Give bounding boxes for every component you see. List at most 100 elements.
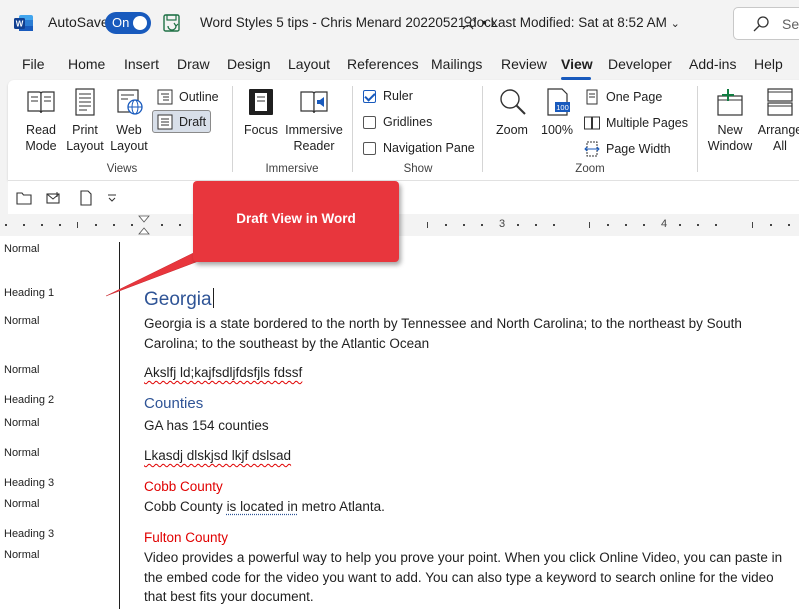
multiple-pages-icon — [584, 116, 600, 130]
tab-layout[interactable]: Layout — [288, 56, 330, 72]
outline-button[interactable]: Outline — [157, 89, 219, 105]
autosave-toggle[interactable]: On — [105, 12, 151, 34]
document-title[interactable]: Word Styles 5 tips - Chris Menard 202205… — [200, 15, 498, 30]
immersive-reader-icon — [300, 91, 328, 114]
tab-home[interactable]: Home — [68, 56, 105, 72]
new-document-icon[interactable] — [78, 190, 94, 206]
page-100-icon: 100 — [547, 88, 570, 116]
ruler-ticks — [5, 215, 790, 235]
navigation-pane-check-box[interactable] — [363, 141, 376, 155]
draft-label: Draft — [179, 115, 207, 129]
grammar-flagged-text[interactable]: is located in — [227, 499, 298, 514]
one-page-icon — [586, 89, 598, 105]
text-cursor — [212, 288, 214, 308]
tab-references[interactable]: References — [347, 56, 419, 72]
tab-design[interactable]: Design — [227, 56, 271, 72]
style-area-label: Heading 3 — [4, 528, 55, 540]
word-app-icon[interactable]: W — [14, 14, 34, 32]
style-area-label: Normal — [4, 364, 40, 376]
multiple-pages-button[interactable]: Multiple Pages — [584, 115, 688, 131]
ruler-label: Ruler — [383, 89, 413, 103]
body-paragraph[interactable]: Video provides a powerful way to help yo… — [144, 548, 784, 607]
page-width-button[interactable]: Page Width — [584, 141, 671, 157]
immersive-reader-button[interactable]: Immersive Reader — [285, 88, 343, 154]
one-page-button[interactable]: One Page — [584, 89, 662, 105]
tab-view[interactable]: View — [561, 56, 593, 72]
page-width-label: Page Width — [606, 142, 671, 156]
last-modified-dropdown[interactable]: • Last Modified: Sat at 8:52 AM ⌄ — [482, 15, 680, 30]
group-separator — [352, 86, 353, 172]
heading-1-paragraph[interactable]: Georgia — [144, 288, 784, 310]
tab-draw[interactable]: Draw — [177, 56, 210, 72]
body-paragraph[interactable]: Cobb County is located in metro Atlanta. — [144, 497, 784, 517]
search-input[interactable]: Sea — [733, 7, 799, 40]
gridlines-checkbox[interactable]: Gridlines — [363, 115, 432, 129]
customize-toolbar-icon[interactable] — [104, 190, 120, 206]
tab-help[interactable]: Help — [754, 56, 783, 72]
callout-text: Draft View in Word — [236, 211, 356, 226]
zoom-100-label: 100% — [541, 123, 573, 137]
new-window-button[interactable]: New Window — [704, 88, 756, 154]
autosave-label: AutoSave — [48, 14, 109, 30]
outline-icon — [157, 89, 173, 105]
svg-text:W: W — [16, 20, 24, 29]
misspelled-text[interactable]: Lkasdj dlskjsd lkjf dslsad — [144, 448, 291, 463]
tab-insert[interactable]: Insert — [124, 56, 159, 72]
tab-mailings[interactable]: Mailings — [431, 56, 482, 72]
group-separator — [232, 86, 233, 172]
ruler-number: 3 — [499, 218, 506, 230]
gridlines-check-box[interactable] — [363, 115, 376, 129]
immersive-group-label: Immersive — [265, 163, 319, 175]
autosave-state: On — [112, 15, 130, 30]
ruler-number: 4 — [661, 218, 668, 230]
misspelled-text[interactable]: Akslfj ld;kajfsdljfdsfjls fdssf — [144, 365, 302, 380]
text-run: metro Atlanta. — [297, 499, 385, 514]
body-paragraph[interactable]: Lkasdj dlskjsd lkjf dslsad — [144, 446, 784, 466]
draft-button[interactable]: Draft — [157, 114, 206, 130]
zoom-100-button[interactable]: 100 100% — [538, 88, 576, 138]
group-separator — [697, 86, 698, 172]
ruler-check-box[interactable] — [363, 89, 376, 103]
body-paragraph[interactable]: Akslfj ld;kajfsdljfdsfjls fdssf — [144, 363, 784, 383]
style-area-label: Heading 1 — [4, 287, 55, 299]
save-icon[interactable] — [162, 12, 182, 34]
outline-label: Outline — [179, 90, 219, 104]
navigation-pane-checkbox[interactable]: Navigation Pane — [363, 141, 475, 155]
tab-developer[interactable]: Developer — [608, 56, 672, 72]
web-layout-button[interactable]: Web Layout — [110, 88, 148, 154]
zoom-label: Zoom — [496, 123, 528, 137]
multiple-pages-label: Multiple Pages — [606, 116, 688, 130]
horizontal-ruler[interactable]: 1 2 3 4 — [0, 214, 799, 236]
focus-label: Focus — [243, 123, 279, 137]
style-area-label: Normal — [4, 447, 40, 459]
print-layout-button[interactable]: Print Layout — [66, 88, 104, 154]
chevron-down-icon: ⌄ — [670, 18, 680, 30]
callout-box: Draft View in Word — [193, 181, 399, 262]
heading-2-paragraph[interactable]: Counties — [144, 394, 784, 414]
body-paragraph[interactable]: GA has 154 counties — [144, 416, 784, 436]
read-mode-label: Read Mode — [25, 123, 57, 153]
heading-1-text: Georgia — [144, 289, 212, 310]
folder-open-icon[interactable] — [16, 190, 32, 206]
zoom-icon — [500, 89, 526, 115]
tab-add-ins[interactable]: Add-ins — [689, 56, 736, 72]
title-bar: W AutoSave On Word Styles 5 tips - Chris… — [0, 0, 799, 48]
heading-3-paragraph[interactable]: Cobb County — [144, 477, 784, 497]
ruler-checkbox[interactable]: Ruler — [363, 89, 413, 103]
style-area-divider[interactable] — [119, 242, 120, 609]
tab-file[interactable]: File — [22, 56, 45, 72]
views-group-label: Views — [106, 163, 138, 175]
zoom-button[interactable]: Zoom — [492, 88, 532, 138]
shared-people-icon — [462, 16, 477, 30]
focus-button[interactable]: Focus — [242, 88, 280, 138]
body-paragraph[interactable]: Georgia is a state bordered to the north… — [144, 314, 784, 353]
heading-3-paragraph[interactable]: Fulton County — [144, 528, 784, 548]
group-separator — [482, 86, 483, 172]
arrange-all-button[interactable]: Arrange All — [757, 88, 799, 154]
tab-review[interactable]: Review — [501, 56, 547, 72]
style-area-label: Heading 2 — [4, 394, 55, 406]
last-modified-text: • Last Modified: Sat at 8:52 AM — [482, 15, 667, 30]
email-attach-icon[interactable] — [46, 190, 62, 206]
zoom-group-label: Zoom — [575, 163, 605, 175]
read-mode-button[interactable]: Read Mode — [22, 88, 60, 154]
